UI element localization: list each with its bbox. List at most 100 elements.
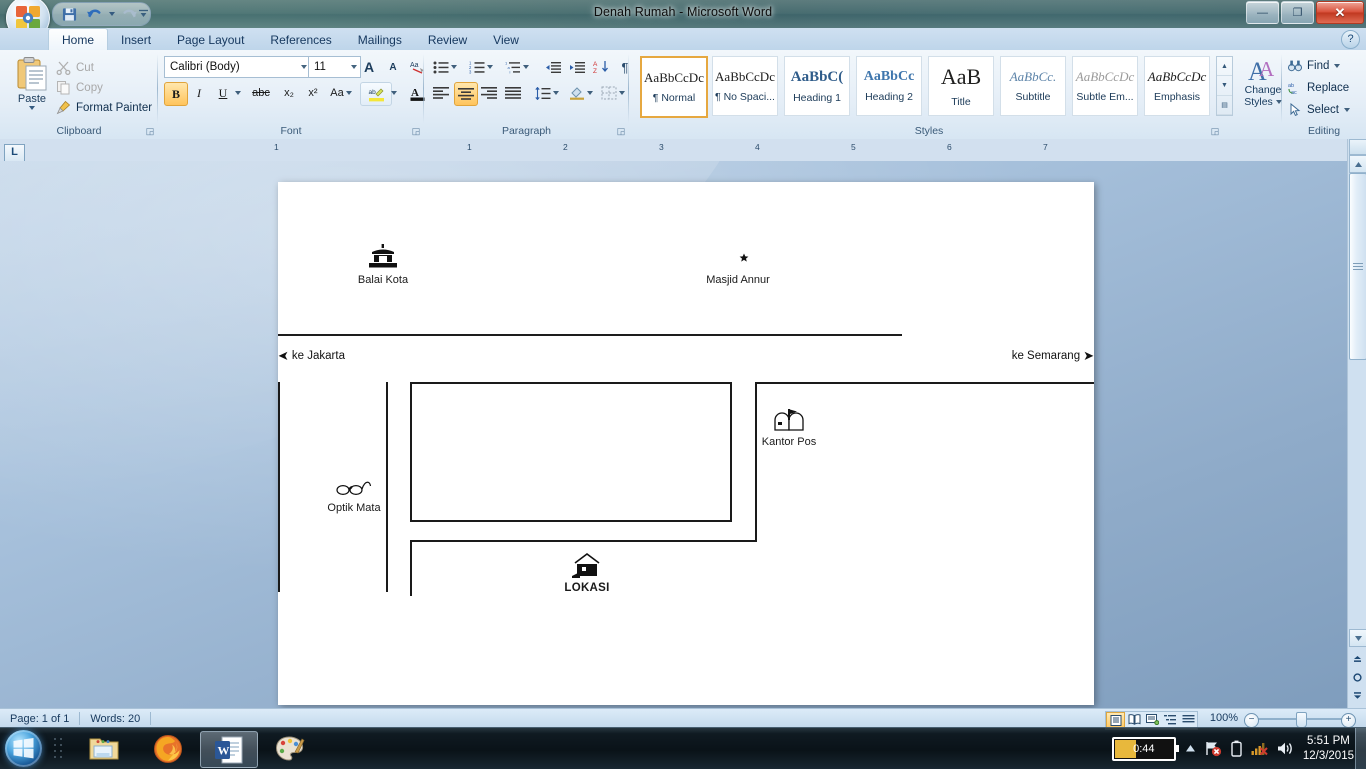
style-subtle-emphasis[interactable]: AaBbCcDc Subtle Em... (1072, 56, 1138, 116)
action-center-icon[interactable] (1205, 740, 1222, 757)
taskbar-firefox[interactable] (140, 731, 196, 766)
close-button[interactable]: ✕ (1316, 1, 1364, 24)
horizontal-ruler[interactable]: 1 1 2 3 4 5 6 7 (0, 139, 1348, 162)
shading-button[interactable] (566, 82, 596, 104)
taskbar-windows-explorer[interactable] (76, 731, 132, 766)
show-desktop-button[interactable] (1355, 728, 1366, 769)
show-hidden-icons-button[interactable] (1185, 744, 1196, 753)
document-page[interactable]: Balai Kota Masjid Annur ➤ ke J (278, 182, 1094, 705)
paste-dropdown-icon[interactable] (29, 106, 35, 110)
strikethrough-button[interactable]: abc (246, 82, 276, 104)
tab-view[interactable]: View (480, 30, 532, 50)
scroll-up-button[interactable] (1349, 155, 1366, 173)
redo-icon[interactable] (120, 5, 140, 23)
full-screen-reading-button[interactable] (1126, 712, 1143, 727)
underline-dropdown[interactable] (232, 82, 244, 104)
tab-page-layout[interactable]: Page Layout (164, 30, 257, 50)
italic-button[interactable]: I (188, 82, 210, 104)
style-heading-2[interactable]: AaBbCc Heading 2 (856, 56, 922, 116)
previous-page-button[interactable] (1349, 651, 1365, 667)
restore-button[interactable]: ❐ (1281, 1, 1314, 24)
split-window-handle[interactable] (1349, 139, 1366, 155)
minimize-button[interactable]: — (1246, 1, 1279, 24)
styles-scroll-down-icon[interactable]: ▼ (1217, 76, 1232, 95)
clock[interactable]: 5:51 PM 12/3/2015 (1303, 734, 1354, 764)
superscript-button[interactable]: x² (302, 82, 324, 104)
subscript-button[interactable]: x₂ (278, 82, 300, 104)
paste-button[interactable]: Paste (10, 56, 54, 114)
justify-button[interactable] (502, 82, 524, 104)
increase-indent-button[interactable] (566, 56, 588, 78)
style-normal[interactable]: AaBbCcDc ¶ Normal (640, 56, 708, 118)
vertical-scrollbar[interactable] (1347, 139, 1366, 708)
taskbar-microsoft-word[interactable]: W (200, 731, 258, 768)
underline-button[interactable]: U (212, 82, 234, 104)
scroll-down-button[interactable] (1349, 629, 1366, 647)
style-title[interactable]: AaB Title (928, 56, 994, 116)
tab-insert[interactable]: Insert (108, 30, 164, 50)
align-center-button[interactable] (454, 82, 478, 106)
zoom-level-label[interactable]: 100% (1210, 712, 1238, 724)
network-icon[interactable] (1251, 741, 1268, 756)
next-page-button[interactable] (1349, 687, 1365, 703)
outline-view-button[interactable] (1162, 712, 1179, 727)
scrollbar-thumb[interactable] (1349, 173, 1366, 360)
style-subtitle[interactable]: AaBbCc. Subtitle (1000, 56, 1066, 116)
decrease-indent-button[interactable] (542, 56, 564, 78)
battery-status-icon[interactable] (1231, 740, 1242, 757)
document-canvas[interactable]: Balai Kota Masjid Annur ➤ ke J (0, 161, 1348, 708)
taskbar-paint[interactable] (262, 731, 318, 766)
customize-quick-access-icon[interactable] (138, 6, 149, 24)
font-name-dropdown-icon[interactable] (301, 65, 307, 69)
tab-review[interactable]: Review (415, 30, 480, 50)
zoom-slider-handle[interactable] (1296, 712, 1307, 728)
styles-dialog-launcher[interactable]: ◲ (1210, 126, 1220, 136)
tab-home[interactable]: Home (48, 28, 108, 50)
style-heading-1[interactable]: AaBbC( Heading 1 (784, 56, 850, 116)
bold-button[interactable]: B (164, 82, 188, 106)
zoom-in-button[interactable]: + (1341, 713, 1356, 728)
replace-button[interactable]: ab ac Replace (1288, 78, 1349, 98)
clipboard-dialog-launcher[interactable]: ◲ (145, 126, 155, 136)
copy-button[interactable]: Copy (56, 78, 103, 97)
find-button[interactable]: Find (1288, 56, 1340, 76)
highlight-dropdown[interactable] (388, 82, 400, 104)
multilevel-list-button[interactable]: 1 a i (502, 56, 532, 78)
font-name-input[interactable]: Calibri (Body) (164, 56, 311, 78)
font-dialog-launcher[interactable]: ◲ (411, 126, 421, 136)
change-case-button[interactable]: Aa (326, 82, 356, 104)
styles-scroll-up-icon[interactable]: ▲ (1217, 57, 1232, 76)
shrink-font-button[interactable]: A (382, 56, 404, 78)
cut-button[interactable]: Cut (56, 58, 94, 77)
tab-references[interactable]: References (257, 30, 344, 50)
draft-view-button[interactable] (1180, 712, 1197, 727)
borders-button[interactable] (598, 82, 628, 104)
help-button[interactable]: ? (1341, 30, 1360, 49)
undo-dropdown-icon[interactable] (109, 12, 115, 16)
tab-mailings[interactable]: Mailings (345, 30, 415, 50)
undo-icon[interactable] (84, 5, 104, 23)
format-painter-button[interactable]: Format Painter (56, 98, 152, 117)
select-browse-object-button[interactable] (1349, 669, 1365, 685)
numbering-button[interactable]: 1 2 3 (466, 56, 496, 78)
style-emphasis[interactable]: AaBbCcDc Emphasis (1144, 56, 1210, 116)
battery-widget[interactable]: 0:44 (1112, 737, 1176, 761)
bullets-button[interactable] (430, 56, 460, 78)
zoom-slider[interactable]: − + (1244, 713, 1356, 725)
font-size-dropdown-icon[interactable] (351, 65, 357, 69)
styles-gallery-scroll[interactable]: ▲ ▼ ▤ (1216, 56, 1233, 116)
style-no-spacing[interactable]: AaBbCcDc ¶ No Spaci... (712, 56, 778, 116)
volume-icon[interactable] (1277, 741, 1294, 756)
align-right-button[interactable] (478, 82, 500, 104)
zoom-out-button[interactable]: − (1244, 713, 1259, 728)
page-indicator[interactable]: Page: 1 of 1 (0, 710, 79, 727)
save-icon[interactable] (59, 5, 79, 23)
styles-more-icon[interactable]: ▤ (1217, 96, 1232, 115)
word-count-indicator[interactable]: Words: 20 (80, 710, 150, 727)
align-left-button[interactable] (430, 82, 452, 104)
paragraph-dialog-launcher[interactable]: ◲ (616, 126, 626, 136)
web-layout-view-button[interactable] (1144, 712, 1161, 727)
start-button[interactable] (5, 730, 42, 767)
sort-button[interactable]: A Z (590, 56, 612, 78)
grow-font-button[interactable]: A (358, 56, 380, 78)
